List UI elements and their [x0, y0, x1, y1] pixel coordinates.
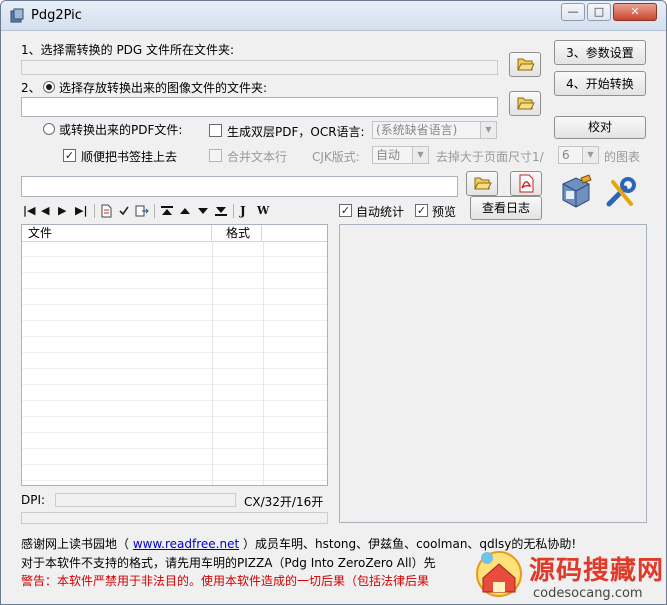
- page-size-label: CX/32开/16开: [244, 495, 324, 509]
- chevron-down-icon: ▼: [582, 147, 598, 163]
- toolbar-divider: [94, 204, 95, 218]
- ocr-language-value: (系统缺省语言): [376, 123, 458, 137]
- last-page-icon[interactable]: ▶|: [75, 205, 87, 217]
- preview-pane: [339, 224, 647, 523]
- bookmark-checkbox[interactable]: ✓: [63, 149, 76, 162]
- prev-page-icon[interactable]: ◀: [41, 205, 49, 217]
- open-folder-icon: [474, 177, 492, 190]
- document-icon[interactable]: [100, 204, 112, 218]
- cjk-label: CJK版式:: [312, 150, 360, 164]
- window-title: Pdg2Pic: [31, 8, 82, 23]
- open-pdf-button[interactable]: [510, 171, 542, 196]
- next-page-icon[interactable]: ▶: [58, 205, 66, 217]
- dual-layer-checkbox[interactable]: [209, 124, 222, 137]
- step1-label: 1、选择需转换的 PDG 文件所在文件夹:: [21, 43, 235, 57]
- watermark-title: 源码搜藏网: [529, 556, 665, 586]
- watermark: 源码搜藏网 codesocang.com: [471, 516, 666, 604]
- merge-text-checkbox[interactable]: [209, 149, 222, 162]
- toolbar-divider: [154, 204, 155, 218]
- dpi-progress-bar: [55, 493, 236, 507]
- browse-output-button[interactable]: [509, 91, 541, 116]
- export-icon[interactable]: [135, 204, 149, 218]
- toolbar-divider: [233, 204, 234, 218]
- settings-button[interactable]: 3、参数设置: [554, 40, 646, 65]
- move-down-icon[interactable]: [196, 205, 210, 217]
- check-list-icon[interactable]: [118, 204, 130, 218]
- column-header-format[interactable]: 格式: [212, 225, 262, 242]
- ocr-language-select[interactable]: (系统缺省语言) ▼: [372, 121, 497, 139]
- title-bar: Pdg2Pic — □ ✕: [1, 1, 666, 31]
- dual-layer-label: 生成双层PDF，OCR语言:: [227, 125, 365, 139]
- browse-pdf-button[interactable]: [466, 171, 498, 196]
- auto-stats-label: 自动统计: [356, 205, 405, 219]
- image-folder-label: 选择存放转换出来的图像文件的文件夹:: [59, 81, 268, 95]
- auto-stats-checkbox[interactable]: ✓: [339, 204, 352, 217]
- column-divider: [212, 242, 213, 485]
- unsupported-format-note: 对于本软件不支持的格式，请先用车明的PIZZA（Pdg Into ZeroZer…: [21, 556, 436, 570]
- preview-label: 预览: [432, 205, 457, 219]
- remove-charts-label-pre: 去掉大于页面尺寸1/: [436, 150, 544, 164]
- file-list[interactable]: 文件 格式: [21, 224, 328, 486]
- column-divider: [263, 242, 264, 485]
- image-folder-radio[interactable]: [43, 81, 55, 93]
- remove-ratio-select[interactable]: 6 ▼: [558, 146, 599, 164]
- close-button[interactable]: ✕: [613, 3, 657, 21]
- open-folder-icon: [517, 97, 535, 110]
- column-header-file[interactable]: 文件: [22, 225, 212, 242]
- app-window: Pdg2Pic — □ ✕ 1、选择需转换的 PDG 文件所在文件夹: 3、参数…: [0, 0, 667, 605]
- step2-number: 2、: [21, 81, 41, 95]
- move-bottom-icon[interactable]: [214, 205, 228, 217]
- start-convert-button[interactable]: 4、开始转换: [554, 71, 646, 96]
- status-progress-bar: [21, 512, 328, 524]
- verify-button[interactable]: 校对: [554, 116, 646, 139]
- chevron-down-icon: ▼: [412, 147, 428, 163]
- watermark-url: codesocang.com: [533, 586, 643, 601]
- app-icon: [10, 8, 24, 23]
- pdf-output-label: 或转换出来的PDF文件:: [59, 123, 183, 137]
- pdf-output-radio[interactable]: [43, 123, 55, 135]
- pdf-icon: [519, 174, 534, 193]
- package-icon: [562, 174, 592, 208]
- thanks-prefix: 感谢网上读书园地（: [21, 537, 130, 551]
- pdf-file-field[interactable]: [21, 176, 458, 197]
- readfree-link[interactable]: www.readfree.net: [133, 537, 239, 551]
- move-top-icon[interactable]: [160, 205, 174, 217]
- cjk-layout-value: 自动: [376, 148, 401, 162]
- move-up-icon[interactable]: [178, 205, 192, 217]
- remove-charts-label-post: 的图表: [604, 150, 641, 164]
- dpi-label: DPI:: [21, 493, 46, 507]
- bookmark-label: 顺便把书签挂上去: [81, 150, 178, 164]
- j-icon[interactable]: J: [240, 205, 246, 217]
- preview-checkbox[interactable]: ✓: [415, 204, 428, 217]
- watermark-logo: [476, 551, 522, 597]
- warning-text: 警告：本软件严禁用于非法目的。使用本软件造成的一切后果（包括法律后果: [21, 574, 430, 588]
- output-folder-field[interactable]: [21, 97, 498, 117]
- source-folder-field[interactable]: [21, 60, 498, 75]
- cjk-layout-select[interactable]: 自动 ▼: [372, 146, 429, 164]
- file-list-header: 文件 格式: [22, 225, 327, 242]
- remove-ratio-value: 6: [562, 148, 570, 162]
- merge-text-label: 合并文本行: [227, 150, 288, 164]
- maximize-button[interactable]: □: [587, 3, 611, 21]
- first-page-icon[interactable]: |◀: [23, 205, 35, 217]
- browse-source-button[interactable]: [509, 52, 541, 77]
- view-log-button[interactable]: 查看日志: [470, 196, 542, 220]
- w-icon[interactable]: W: [257, 205, 269, 217]
- chevron-down-icon: ▼: [480, 122, 496, 138]
- minimize-button[interactable]: —: [561, 3, 585, 21]
- open-folder-icon: [517, 58, 535, 71]
- tools-icon[interactable]: [603, 176, 639, 210]
